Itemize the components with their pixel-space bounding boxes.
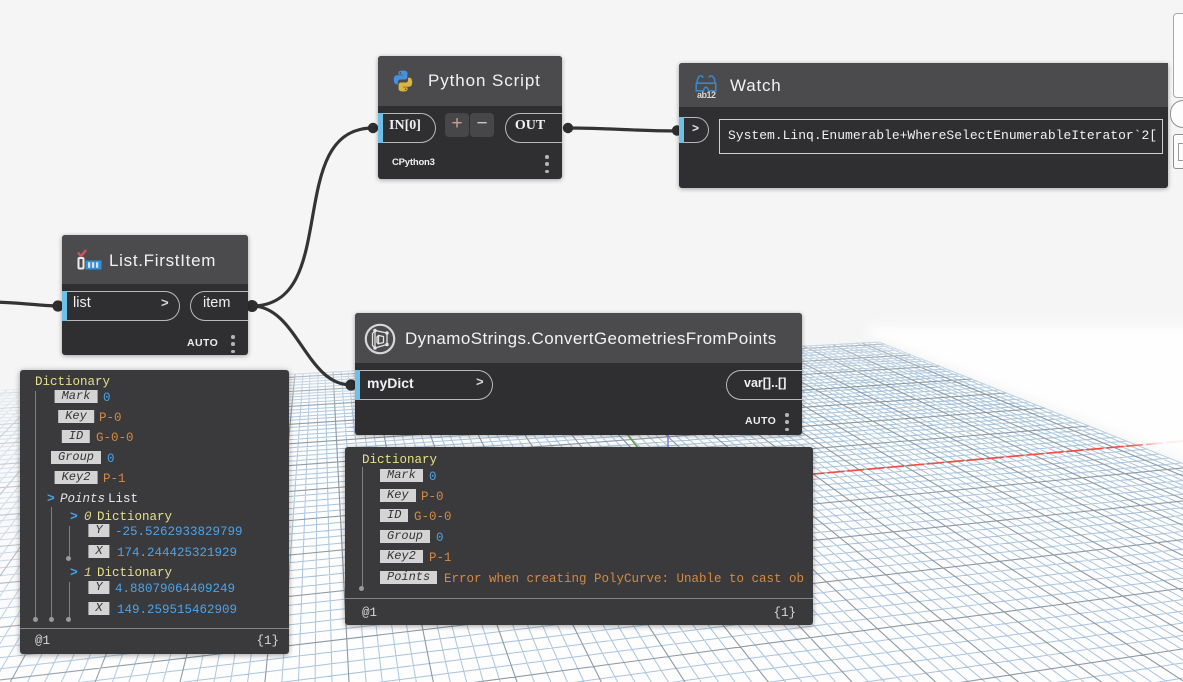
svg-text:ab12: ab12 xyxy=(697,90,716,99)
